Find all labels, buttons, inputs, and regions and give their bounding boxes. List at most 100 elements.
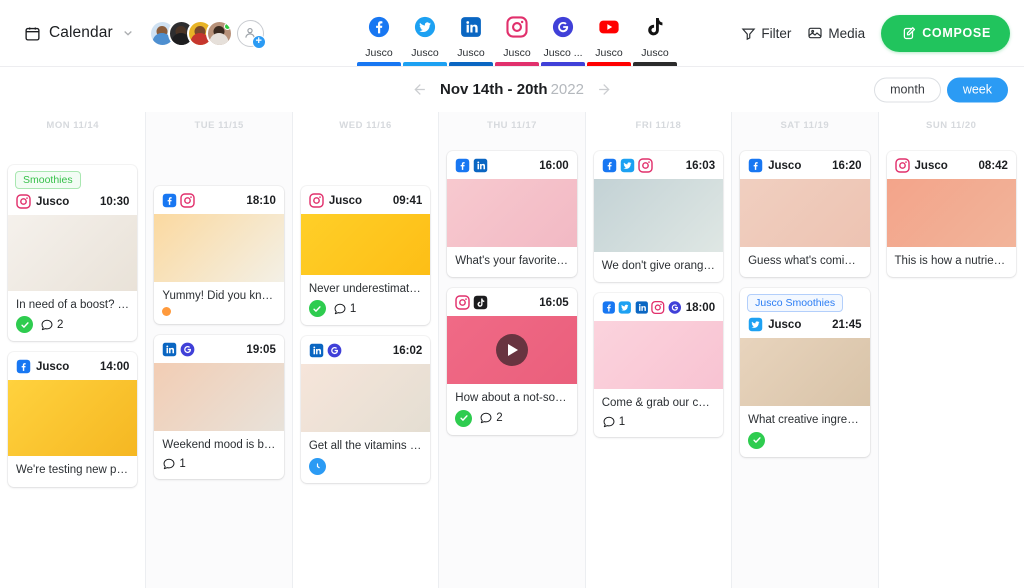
post-time: 16:20 <box>832 159 862 172</box>
twitter-icon-wrap <box>414 16 436 43</box>
campaign-tag[interactable]: Smoothies <box>15 171 81 189</box>
post-card[interactable]: 18:00 Come & grab our cocktail... 1 <box>593 293 724 437</box>
post-thumbnail <box>447 179 577 247</box>
day-header: SUN 11/20 <box>926 119 977 131</box>
media-button[interactable]: Media <box>807 25 865 41</box>
post-card[interactable]: 18:10 Yummy! Did you know th... <box>154 186 284 325</box>
platform-tab-linkedin[interactable]: Jusco <box>448 0 494 66</box>
post-time: 16:03 <box>685 159 716 172</box>
instagram-icon <box>16 194 31 209</box>
post-spacer <box>594 273 723 282</box>
day-column-body: 18:10 Yummy! Did you know th... 19:05 Weeke… <box>146 138 291 588</box>
day-column[interactable]: WED 11/16 Jusco 09:41 Never underestimate t… <box>293 112 440 588</box>
post-platforms <box>602 300 682 315</box>
post-platforms <box>455 295 488 311</box>
platform-tab-twitter[interactable]: Jusco <box>402 0 448 66</box>
post-thumbnail <box>593 321 724 390</box>
post-card[interactable]: 16:03 We don't give oranges e... <box>593 151 724 283</box>
next-week-icon[interactable] <box>597 81 614 98</box>
post-platforms: Jusco <box>894 158 948 173</box>
post-account-name: Jusco <box>914 159 948 172</box>
post-footer: 2 <box>8 312 137 341</box>
comment-count-value: 1 <box>349 302 357 315</box>
post-platforms <box>162 193 196 208</box>
comment-count[interactable]: 1 <box>333 302 356 316</box>
day-column[interactable]: MON 11/14 Smoothies Jusco 10:30 In need of a… <box>0 112 147 588</box>
play-icon[interactable] <box>495 334 528 367</box>
comment-icon <box>480 412 492 424</box>
avatar[interactable] <box>205 19 233 47</box>
post-time: 19:05 <box>246 343 276 356</box>
comment-count[interactable]: 2 <box>479 411 503 425</box>
post-card[interactable]: 16:00 What's your favorite oran... <box>447 151 577 278</box>
filter-button[interactable]: Filter <box>741 26 791 41</box>
google-icon <box>668 301 682 315</box>
platform-tab-label: Jusco ... <box>543 47 583 59</box>
previous-week-icon[interactable] <box>410 81 427 98</box>
facebook-icon <box>602 158 616 173</box>
day-column[interactable]: SAT 11/19 Jusco 16:20 Guess what's coming t… <box>732 112 879 588</box>
post-thumbnail <box>300 214 431 275</box>
post-card[interactable]: Smoothies Jusco 10:30 In need of a boost? T… <box>8 165 138 342</box>
post-caption: Yummy! Did you know th... <box>162 290 283 302</box>
post-caption: This is how a nutrient po... <box>894 255 1016 267</box>
post-meta-row: Jusco 09:41 <box>301 186 430 214</box>
platform-tab-facebook[interactable]: Jusco <box>356 0 402 66</box>
post-time: 16:02 <box>392 344 423 357</box>
linkedin-icon <box>635 301 648 314</box>
post-caption: We're testing new pinea... <box>16 464 138 477</box>
view-week-button[interactable]: week <box>946 77 1008 102</box>
post-card[interactable]: 16:05 How about a not-so-heal... 2 <box>447 288 577 435</box>
compose-button[interactable]: COMPOSE <box>881 14 1010 52</box>
linkedin-icon <box>163 343 177 357</box>
post-footer: 1 <box>594 411 723 437</box>
comment-count[interactable]: 1 <box>162 457 186 471</box>
view-month-button[interactable]: month <box>874 77 941 102</box>
chevron-down-icon <box>123 31 132 36</box>
campaign-tag[interactable]: Jusco Smoothies <box>747 294 844 313</box>
post-card[interactable]: Jusco 16:20 Guess what's coming to ... <box>740 151 870 278</box>
pending-status-dot <box>162 307 172 317</box>
post-caption: Never underestimate the ... <box>308 283 430 295</box>
post-footer: 1 <box>154 453 283 479</box>
day-column[interactable]: THU 11/17 16:00 What's your favorite oran.… <box>439 112 586 588</box>
day-column[interactable]: TUE 11/1518:10Yummy! Did you know th...1… <box>146 112 293 588</box>
post-time: 18:00 <box>685 301 716 314</box>
instagram-icon <box>180 193 196 208</box>
platform-tab-instagram[interactable]: Jusco <box>494 0 540 66</box>
tiktok-badge <box>474 296 488 310</box>
post-thumbnail <box>447 316 577 385</box>
post-card[interactable]: Jusco 08:42 This is how a nutrient po... <box>886 151 1016 278</box>
post-card[interactable]: 16:02 Get all the vitamins 'cuz ... <box>300 336 431 488</box>
comment-count-value: 2 <box>57 318 64 331</box>
platform-tab-youtube[interactable]: Jusco <box>586 0 632 66</box>
add-member-button[interactable]: + <box>236 19 266 49</box>
platform-tab-tiktok[interactable]: Jusco <box>632 0 678 66</box>
youtube-icon <box>599 20 619 34</box>
day-column[interactable]: FRI 11/18 16:03 We don't give oranges e...… <box>586 112 733 588</box>
platform-tab-indicator <box>449 62 493 66</box>
post-caption: What's your favorite oran... <box>455 255 577 267</box>
platform-tab-label: Jusco <box>411 47 439 59</box>
post-meta-row: 16:02 <box>301 336 430 364</box>
post-card[interactable]: Jusco 09:41 Never underestimate the ... 1 <box>300 186 431 326</box>
comment-count[interactable]: 2 <box>40 318 63 332</box>
post-thumbnail <box>154 363 284 432</box>
instagram-icon <box>506 16 528 38</box>
post-card[interactable]: Jusco Smoothies Jusco 21:45 What creative i… <box>740 288 870 457</box>
post-account-name: Jusco <box>328 194 363 207</box>
day-column[interactable]: SUN 11/20 Jusco 08:42 This is how a nutrien… <box>879 112 1024 588</box>
instagram-icon <box>651 301 665 315</box>
platform-tab-google[interactable]: Jusco ... <box>540 0 586 66</box>
post-meta-row: Jusco 10:30 <box>8 189 137 215</box>
post-card[interactable]: 19:05 Weekend mood is brunch... 1 <box>154 335 284 484</box>
day-header: THU 11/17 <box>487 119 537 131</box>
post-platforms: Jusco <box>748 317 801 332</box>
post-meta-row: Jusco 21:45 <box>740 312 869 338</box>
comment-count[interactable]: 1 <box>602 415 625 429</box>
google-icon <box>327 344 342 358</box>
calendar-selector[interactable]: Calendar <box>24 24 133 42</box>
post-card[interactable]: Jusco 14:00 We're testing new pinea... <box>8 352 138 487</box>
top-bar-right: Filter Media COMPOSE <box>710 14 1010 52</box>
day-column-body: Smoothies Jusco 10:30 In need of a boost? T… <box>0 138 145 588</box>
